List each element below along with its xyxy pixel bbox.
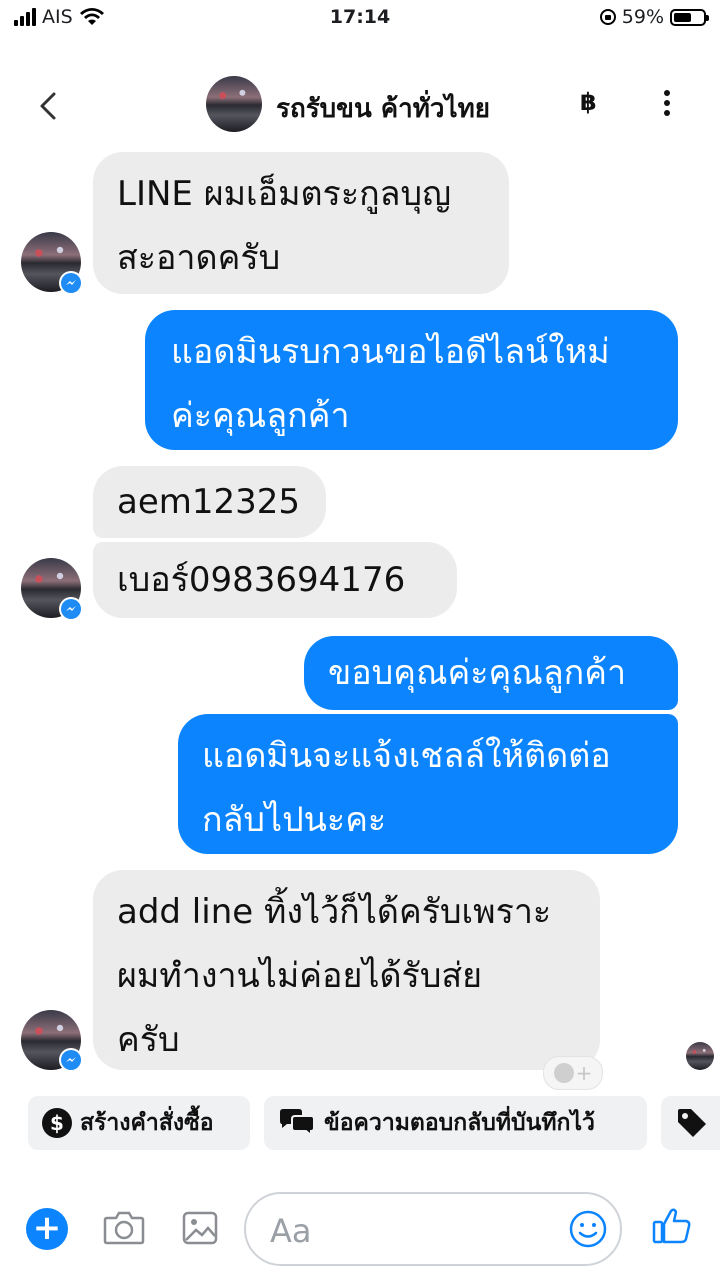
chip-label: ข้อความตอบกลับที่บันทึกไว้ <box>324 1110 595 1136</box>
message-line: LINE ผมเอ็มตระกูลบุญ <box>117 174 452 214</box>
more-options-button[interactable] <box>662 90 672 120</box>
message-incoming[interactable]: aem12325 <box>93 466 326 538</box>
message-outgoing[interactable]: ขอบคุณค่ะคุณลูกค้า <box>304 636 678 710</box>
message-incoming[interactable]: เบอร์0983694176 <box>93 542 457 618</box>
battery-icon <box>670 8 709 26</box>
message-incoming[interactable]: add line ทิ้งไว้ก็ได้ครับเพราะ ผมทำงานไม… <box>93 870 600 1070</box>
gallery-icon[interactable] <box>180 1208 220 1248</box>
chevron-left-icon <box>40 92 56 120</box>
message-line: ค่ะคุณลูกค้า <box>171 396 350 436</box>
message-input[interactable]: Aa <box>244 1192 622 1266</box>
message-line: แอดมินรบกวนขอไอดีไลน์ใหม่ <box>171 332 610 372</box>
smiley-icon <box>553 1063 574 1083</box>
battery-percent: 59% <box>621 6 664 28</box>
message-line: เบอร์0983694176 <box>117 560 406 600</box>
message-outgoing[interactable]: แอดมินรบกวนขอไอดีไลน์ใหม่ ค่ะคุณลูกค้า <box>145 310 678 450</box>
labels-chip[interactable] <box>661 1096 720 1150</box>
camera-icon[interactable] <box>102 1208 146 1248</box>
messenger-icon <box>59 597 83 621</box>
composer-bar: + Aa <box>0 1180 720 1280</box>
contact-name[interactable]: รถรับขน ค้าทั่วไทย <box>276 88 490 129</box>
payment-button[interactable]: ฿ <box>580 88 597 116</box>
messenger-icon <box>59 1048 83 1072</box>
create-order-chip[interactable]: $ สร้างคำสั่งซื้อ <box>28 1096 250 1150</box>
message-line: กลับไปนะคะ <box>202 800 387 840</box>
tag-icon <box>678 1109 706 1137</box>
message-line: แอดมินจะแจ้งเชลล์ให้ติดต่อ <box>202 736 611 776</box>
saved-replies-chip[interactable]: ข้อความตอบกลับที่บันทึกไว้ <box>264 1096 647 1150</box>
dollar-icon: $ <box>42 1108 72 1138</box>
message-line: สะอาดครับ <box>117 238 281 278</box>
message-line: add line ทิ้งไว้ก็ได้ครับเพราะ <box>117 892 552 932</box>
quick-replies-bar: $ สร้างคำสั่งซื้อ ข้อความตอบกลับที่บันทึ… <box>0 1096 720 1152</box>
contact-avatar[interactable] <box>206 76 262 132</box>
rotation-lock-icon <box>599 9 616 25</box>
message-line: ครับ <box>117 1020 180 1060</box>
chat-bubbles-icon <box>280 1109 315 1138</box>
plus-icon: + <box>575 1061 593 1085</box>
message-line: ขอบคุณค่ะคุณลูกค้า <box>328 653 627 693</box>
chip-label: สร้างคำสั่งซื้อ <box>80 1110 214 1136</box>
seen-indicator-avatar <box>686 1042 714 1070</box>
add-reaction-button[interactable]: + <box>543 1056 603 1090</box>
message-line: aem12325 <box>117 482 301 522</box>
emoji-icon[interactable] <box>568 1209 608 1249</box>
more-actions-button[interactable]: + <box>26 1208 68 1250</box>
message-outgoing[interactable]: แอดมินจะแจ้งเชลล์ให้ติดต่อ กลับไปนะคะ <box>178 714 678 854</box>
thumbs-up-icon[interactable] <box>650 1204 694 1248</box>
message-input-placeholder: Aa <box>270 1212 312 1250</box>
chat-header: รถรับขน ค้าทั่วไทย ฿ <box>0 60 720 150</box>
messenger-icon <box>59 271 83 295</box>
status-right: 59% <box>599 6 709 28</box>
back-button[interactable] <box>30 86 70 126</box>
message-incoming[interactable]: LINE ผมเอ็มตระกูลบุญ สะอาดครับ <box>93 152 509 294</box>
status-bar: AIS 17:14 59% <box>0 0 720 38</box>
message-line: ผมทำงานไม่ค่อยได้รับส่ย <box>117 956 483 996</box>
